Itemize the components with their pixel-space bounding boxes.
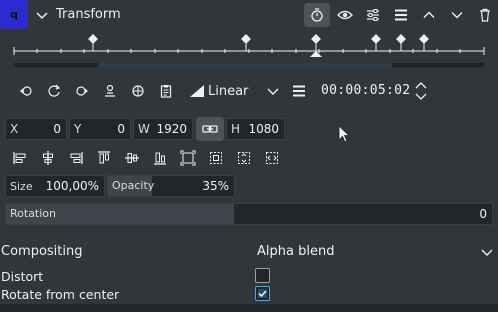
- chain-link-icon: [202, 125, 218, 133]
- effect-title: Transform: [56, 7, 121, 22]
- center-keyframe-icon[interactable]: [128, 81, 148, 101]
- rotate-from-center-label: Rotate from center: [1, 287, 120, 302]
- timecode-field[interactable]: 00:00:05:02: [321, 83, 410, 98]
- height-field[interactable]: H 1080: [226, 118, 285, 140]
- w-value: 1920: [156, 122, 187, 136]
- align-left-icon[interactable]: [10, 148, 30, 168]
- opacity-label: Opacity: [112, 179, 155, 192]
- previous-keyframe-icon[interactable]: [16, 81, 36, 101]
- y-label: Y: [74, 122, 82, 136]
- visibility-eye-icon[interactable]: [335, 5, 355, 25]
- x-value: 0: [53, 122, 61, 136]
- copy-keyframe-icon[interactable]: [156, 81, 176, 101]
- collapse-chevron-icon[interactable]: [32, 5, 52, 25]
- next-keyframe-icon[interactable]: [72, 81, 92, 101]
- x-field[interactable]: X 0: [5, 118, 67, 140]
- y-field[interactable]: Y 0: [69, 118, 131, 140]
- align-vcenter-icon[interactable]: [122, 148, 142, 168]
- keyframe-position-icon[interactable]: [100, 81, 120, 101]
- h-label: H: [231, 122, 241, 136]
- move-down-icon[interactable]: [447, 5, 467, 25]
- opacity-slider[interactable]: Opacity 35%: [107, 175, 235, 197]
- checkmark-icon: [258, 289, 267, 298]
- align-hcenter-icon[interactable]: [38, 148, 58, 168]
- align-top-icon[interactable]: [94, 148, 114, 168]
- x-label: X: [10, 122, 19, 136]
- move-up-icon[interactable]: [419, 5, 439, 25]
- rotate-from-center-checkbox[interactable]: [255, 286, 270, 301]
- keyframe-timeline[interactable]: [0, 30, 498, 74]
- mouse-cursor-icon: [338, 125, 350, 143]
- w-label: W: [138, 122, 150, 136]
- effect-badge-label: q: [10, 8, 18, 21]
- rotation-value: 0: [479, 207, 487, 221]
- effect-settings-icon[interactable]: [363, 5, 383, 25]
- compositing-label: Compositing: [1, 244, 83, 259]
- distort-label: Distort: [1, 269, 44, 284]
- y-value: 0: [117, 122, 125, 136]
- fit-height-icon[interactable]: [234, 148, 254, 168]
- keyframe-menu-icon[interactable]: [289, 81, 309, 101]
- size-field[interactable]: Size 100,00%: [5, 175, 105, 197]
- h-value: 1080: [248, 122, 279, 136]
- distort-checkbox[interactable]: [255, 268, 270, 283]
- delete-trash-icon[interactable]: [475, 5, 495, 25]
- align-right-icon[interactable]: [66, 148, 86, 168]
- fit-to-frame-icon[interactable]: [178, 148, 198, 168]
- fit-width-icon[interactable]: [262, 148, 282, 168]
- effect-badge[interactable]: q: [0, 0, 28, 29]
- bottom-scroll-area: [0, 304, 498, 312]
- keyframe-stopwatch-icon: [307, 5, 327, 25]
- add-keyframe-icon[interactable]: [44, 81, 64, 101]
- opacity-value: 35%: [202, 179, 229, 193]
- interpolation-value: Linear: [208, 84, 249, 99]
- size-value: 100,00%: [45, 179, 99, 193]
- size-label: Size: [10, 179, 33, 193]
- align-bottom-icon[interactable]: [150, 148, 170, 168]
- width-field[interactable]: W 1920: [133, 118, 193, 140]
- chevron-down-icon: [263, 81, 283, 101]
- compositing-value: Alpha blend: [257, 244, 335, 259]
- fill-frame-icon[interactable]: [206, 148, 226, 168]
- aspect-lock-button[interactable]: [196, 117, 224, 141]
- menu-icon[interactable]: [391, 5, 411, 25]
- compositing-chevron-down-icon: [477, 242, 497, 262]
- rotation-slider[interactable]: Rotation 0: [5, 203, 493, 225]
- timecode-spinner[interactable]: [413, 80, 429, 102]
- rotation-label: Rotation: [10, 207, 57, 220]
